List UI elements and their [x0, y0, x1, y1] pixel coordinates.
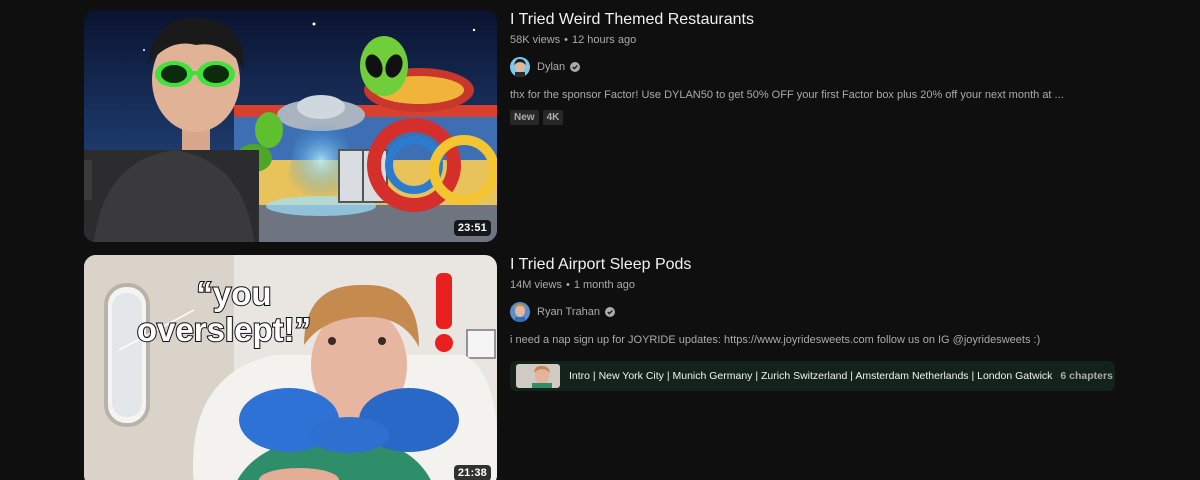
video-metadata: 14M views • 1 month ago	[510, 279, 1130, 291]
video-title[interactable]: I Tried Weird Themed Restaurants	[510, 10, 1130, 30]
view-count: 58K views	[510, 34, 561, 46]
video-result-1[interactable]: 23:51 I Tried Weird Themed Restaurants 5…	[84, 10, 1130, 242]
channel-name: Dylan	[537, 61, 566, 73]
video-duration: 21:38	[453, 465, 491, 480]
channel-avatar[interactable]	[510, 57, 530, 77]
upload-age: 12 hours ago	[572, 34, 637, 46]
meta-separator: •	[565, 279, 570, 291]
thumbnail-caption-line-1: “you	[196, 275, 271, 312]
video-result-2[interactable]: “you overslept!” 21:38 I Tried Airport S…	[84, 255, 1130, 480]
video-info: I Tried Airport Sleep Pods 14M views • 1 m…	[510, 255, 1130, 480]
thumbnail-image: “you overslept!”	[84, 255, 497, 480]
upload-age: 1 month ago	[573, 279, 635, 291]
video-duration: 23:51	[453, 220, 491, 236]
search-results: 23:51 I Tried Weird Themed Restaurants 5…	[0, 0, 1200, 480]
video-metadata: 58K views • 12 hours ago	[510, 34, 1130, 46]
chapter-count: 6 chapters	[1060, 370, 1113, 382]
video-description: thx for the sponsor Factor! Use DYLAN50 …	[510, 89, 1064, 101]
channel-link[interactable]: Ryan Trahan	[510, 300, 1130, 324]
badge-4k: 4K	[542, 110, 564, 125]
badge-new: New	[510, 110, 539, 125]
video-badges: New 4K	[510, 110, 1130, 125]
channel-avatar[interactable]	[510, 302, 530, 322]
channel-name: Ryan Trahan	[537, 306, 600, 318]
verified-check-icon	[570, 62, 581, 72]
chapters-expander[interactable]: Intro | New York City | Munich Germany |…	[510, 361, 1115, 391]
video-description: i need a nap sign up for JOYRIDE updates…	[510, 334, 1041, 346]
verified-check-icon	[604, 307, 615, 317]
video-title[interactable]: I Tried Airport Sleep Pods	[510, 255, 1130, 275]
chapter-thumbnail	[516, 364, 560, 388]
channel-link[interactable]: Dylan	[510, 55, 1130, 79]
video-info: I Tried Weird Themed Restaurants 58K vie…	[510, 10, 1130, 242]
video-thumbnail[interactable]: “you overslept!” 21:38	[84, 255, 497, 480]
meta-separator: •	[564, 34, 568, 46]
video-thumbnail[interactable]: 23:51	[84, 10, 497, 242]
thumbnail-caption-line-2: overslept!”	[137, 311, 311, 348]
view-count: 14M views	[510, 279, 562, 291]
thumbnail-image	[84, 10, 497, 242]
chapter-titles: Intro | New York City | Munich Germany |…	[569, 370, 1053, 382]
